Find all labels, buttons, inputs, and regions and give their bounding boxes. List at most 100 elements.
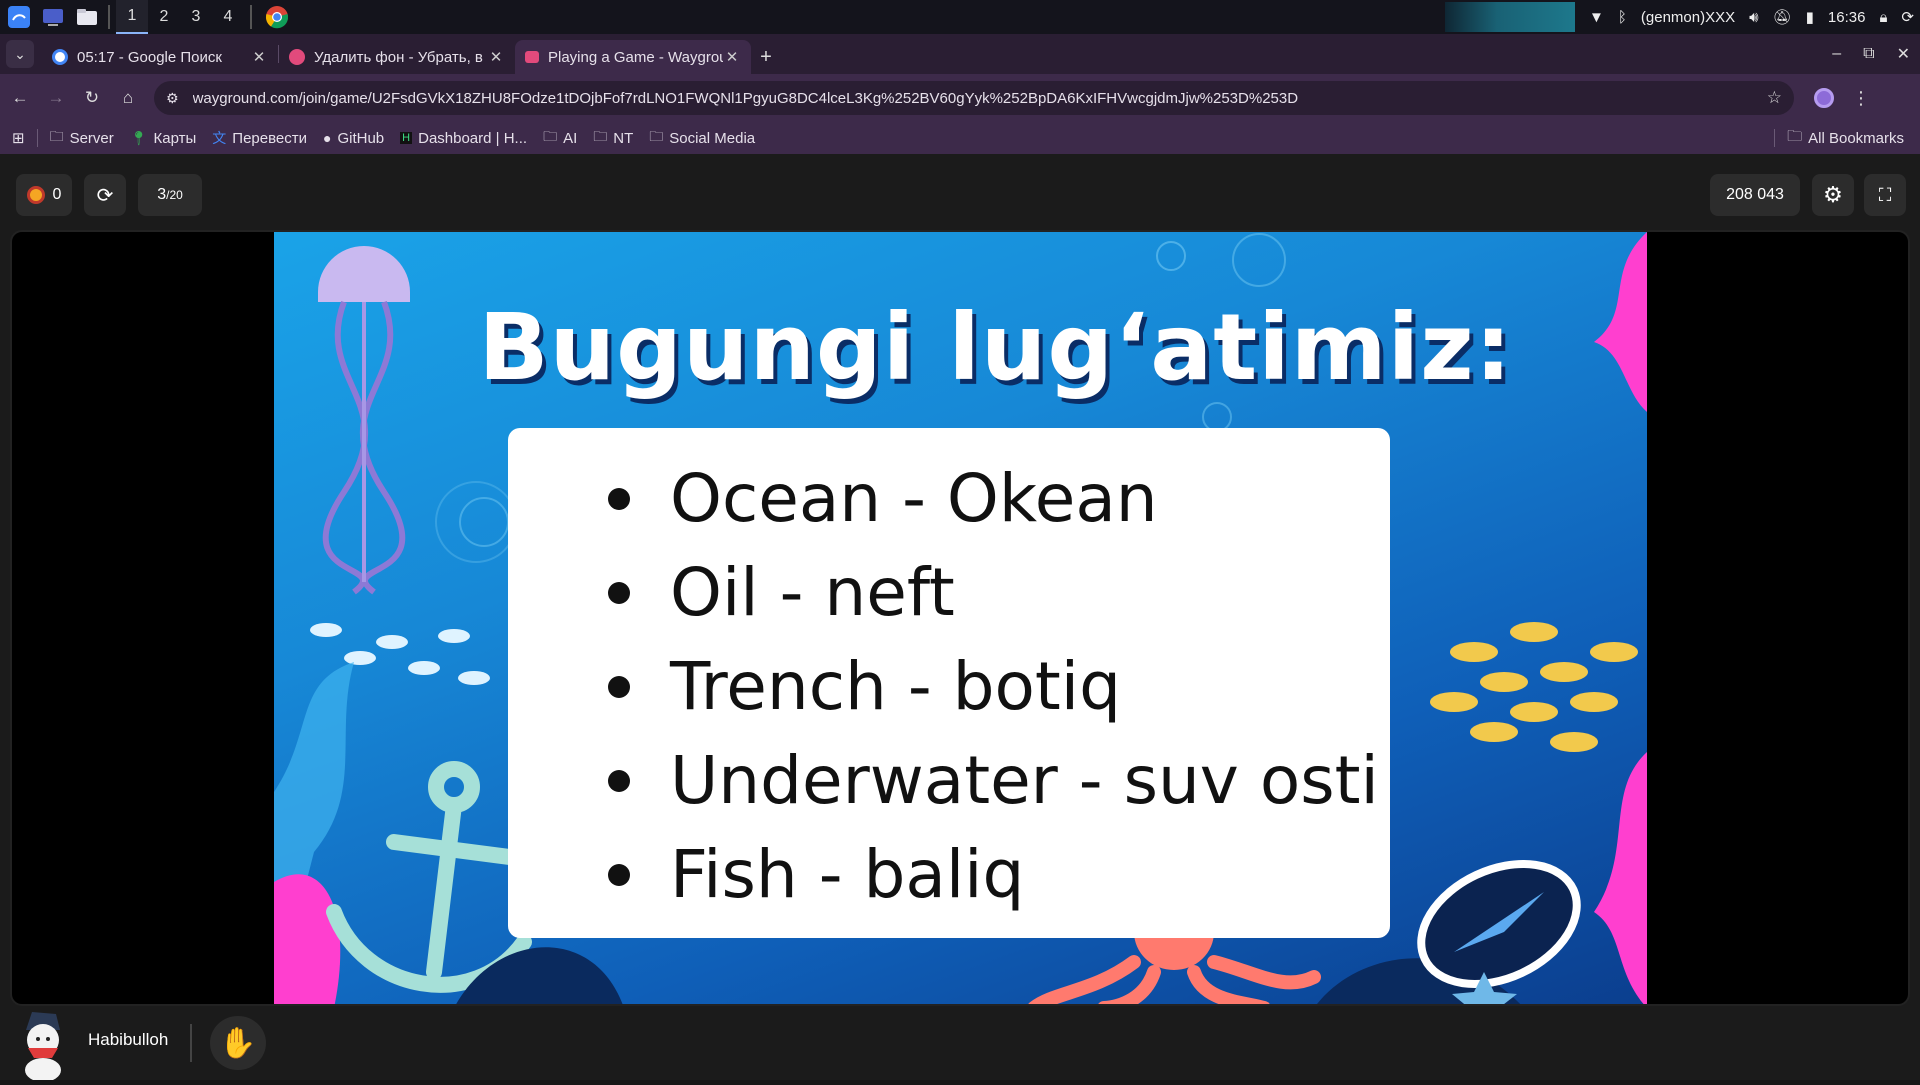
tab-close-icon[interactable]: ✕ xyxy=(487,48,505,66)
launcher-icon[interactable] xyxy=(4,2,34,32)
settings-button[interactable]: ⚙ xyxy=(1812,174,1854,216)
url-text[interactable]: wayground.com/join/game/U2FsdGVkX18ZHU8F… xyxy=(193,90,1767,107)
bookmark-server[interactable]: 🗀 Server xyxy=(50,126,114,150)
gear-icon: ⚙ xyxy=(1823,182,1843,207)
slide-title: Bugungi lug‘atimiz: xyxy=(478,294,1513,401)
list-item: Underwater - suv osti xyxy=(608,734,1379,828)
raise-hand-button[interactable]: ✋ xyxy=(210,1016,266,1070)
bookmark-label: Карты xyxy=(153,129,197,147)
bookmark-label: Dashboard | H... xyxy=(418,129,528,147)
translate-icon: 文 xyxy=(212,130,227,146)
tab-wayground-game[interactable]: Playing a Game - Wayground ✕ xyxy=(515,40,751,74)
tab-title: 05:17 - Google Поиск xyxy=(77,48,222,66)
vocab-text: Underwater - suv osti xyxy=(670,742,1379,819)
vocab-text: Fish - baliq xyxy=(670,836,1025,913)
folder-icon: 🗀 xyxy=(1787,127,1803,145)
lock-icon[interactable]: 🔒︎ xyxy=(1879,9,1887,26)
game-page: 0 ⟳ 3/20 208 043 ⚙ ⛶ Bugungi lug‘atimiz:… xyxy=(0,154,1920,1082)
vocab-text: Ocean - Okean xyxy=(670,460,1158,537)
power-icon[interactable]: ⟳ xyxy=(1901,8,1914,26)
site-info-icon[interactable]: ⚙ xyxy=(166,90,179,107)
close-window-icon[interactable]: ✕ xyxy=(1897,44,1910,64)
folder-icon: 🗀 xyxy=(543,128,558,144)
refresh-icon: ⟳ xyxy=(96,184,114,207)
back-button[interactable]: ← xyxy=(4,82,36,114)
clock[interactable]: 16:36 xyxy=(1828,9,1866,26)
os-top-panel: 1 2 3 4 ▼ ᛒ (genmon)XXX 🔊︎ 🔕︎ ▮ 16:36 🔒︎… xyxy=(0,0,1920,34)
vocabulary-list: Ocean - Okean Oil - neft Trench - botiq … xyxy=(608,452,1379,922)
bookmark-separator xyxy=(36,129,38,147)
hand-icon: ✋ xyxy=(219,1026,257,1060)
bookmark-label: Server xyxy=(69,129,114,147)
dashboard-icon: H xyxy=(400,132,413,144)
folder-icon: 🗀 xyxy=(49,128,64,144)
genmon-label: (genmon)XXX xyxy=(1640,8,1736,26)
battery-icon: ▮ xyxy=(1805,9,1814,26)
game-code: 208 043 xyxy=(1710,174,1800,216)
minimize-icon[interactable]: – xyxy=(1832,45,1841,63)
github-icon: ● xyxy=(323,130,332,146)
bookmark-label: AI xyxy=(563,129,578,147)
bookmarks-bar: ⊞ 🗀 Server 📍︎ Карты 文 Перевести ● GitHub H Da… xyxy=(0,122,1920,154)
list-item: Oil - neft xyxy=(608,546,1379,640)
bullet-icon xyxy=(608,488,630,510)
address-bar[interactable]: ⚙ wayground.com/join/game/U2FsdGVkX18ZHU… xyxy=(154,81,1794,115)
bookmark-nt[interactable]: 🗀 NT xyxy=(593,126,633,150)
fullscreen-button[interactable]: ⛶ xyxy=(1864,174,1906,216)
player-bar: Habibulloh ✋ xyxy=(0,1006,1920,1082)
desktop-icon[interactable] xyxy=(38,2,68,32)
list-item: Ocean - Okean xyxy=(608,452,1379,546)
browser-menu-icon[interactable]: ⋮ xyxy=(1852,88,1870,109)
bookmark-translate[interactable]: 文 Перевести xyxy=(212,128,307,148)
volume-icon[interactable]: 🔊︎ xyxy=(1749,9,1758,26)
vocab-text: Trench - botiq xyxy=(670,648,1122,725)
question-total: /20 xyxy=(166,188,183,202)
folder-icon: 🗀 xyxy=(593,128,608,144)
workspace-2[interactable]: 2 xyxy=(148,0,180,34)
bookmark-label: GitHub xyxy=(337,129,385,147)
file-manager-icon[interactable] xyxy=(72,2,102,32)
bookmark-dashboard[interactable]: H Dashboard | H... xyxy=(400,130,527,147)
bookmark-separator xyxy=(1774,129,1776,147)
tab-remove-bg[interactable]: Удалить фон - Убрать, в ✕ xyxy=(279,40,515,74)
bluetooth-icon[interactable]: ᛒ xyxy=(1618,9,1627,26)
all-bookmarks-button[interactable]: 🗀 All Bookmarks xyxy=(1762,122,1904,154)
bookmark-social-media[interactable]: 🗀 Social Media xyxy=(649,126,755,150)
workspace-4[interactable]: 4 xyxy=(212,0,244,34)
refresh-button[interactable]: ⟳ xyxy=(84,174,126,216)
workspace-3[interactable]: 3 xyxy=(180,0,212,34)
chrome-taskbar-icon[interactable] xyxy=(262,2,292,32)
extension-icon[interactable] xyxy=(1814,88,1834,108)
reload-button[interactable]: ↻ xyxy=(76,82,108,114)
home-button[interactable]: ⌂ xyxy=(112,82,144,114)
vocabulary-card: Ocean - Okean Oil - neft Trench - botiq … xyxy=(508,428,1390,938)
tab-search-icon[interactable]: ⌄ xyxy=(6,40,34,68)
apps-grid-icon[interactable]: ⊞ xyxy=(12,129,25,147)
bookmark-github[interactable]: ● GitHub xyxy=(323,130,384,147)
tab-close-icon[interactable]: ✕ xyxy=(723,48,741,66)
wifi-icon[interactable]: ▼ xyxy=(1589,9,1604,26)
bookmark-ai[interactable]: 🗀 AI xyxy=(543,126,577,150)
bullet-icon xyxy=(608,770,630,792)
forward-button[interactable]: → xyxy=(40,82,72,114)
bookmark-maps[interactable]: 📍︎ Карты xyxy=(130,130,197,147)
new-tab-button[interactable]: + xyxy=(751,40,781,74)
avatar[interactable] xyxy=(12,1008,74,1082)
workspace-1[interactable]: 1 xyxy=(116,0,148,34)
wayground-favicon-icon xyxy=(525,51,539,63)
all-bookmarks-label: All Bookmarks xyxy=(1808,129,1904,147)
panel-separator xyxy=(108,5,110,29)
bookmark-label: NT xyxy=(613,129,634,147)
browser-toolbar: ← → ↻ ⌂ ⚙ wayground.com/join/game/U2FsdG… xyxy=(0,74,1920,122)
streak-value: 0 xyxy=(52,186,62,203)
notifications-off-icon[interactable]: 🔕︎ xyxy=(1773,8,1792,26)
restore-icon[interactable]: ⧉ xyxy=(1863,45,1874,63)
question-counter: 3/20 xyxy=(138,174,202,216)
streak-counter: 0 xyxy=(16,174,72,216)
tab-close-icon[interactable]: ✕ xyxy=(250,48,268,66)
panel-separator xyxy=(250,5,252,29)
audio-visualizer xyxy=(1445,2,1576,32)
bookmark-star-icon[interactable]: ☆ xyxy=(1767,88,1782,108)
vocab-text: Oil - neft xyxy=(670,554,955,631)
tab-google-search[interactable]: 05:17 - Google Поиск ✕ xyxy=(42,40,278,74)
